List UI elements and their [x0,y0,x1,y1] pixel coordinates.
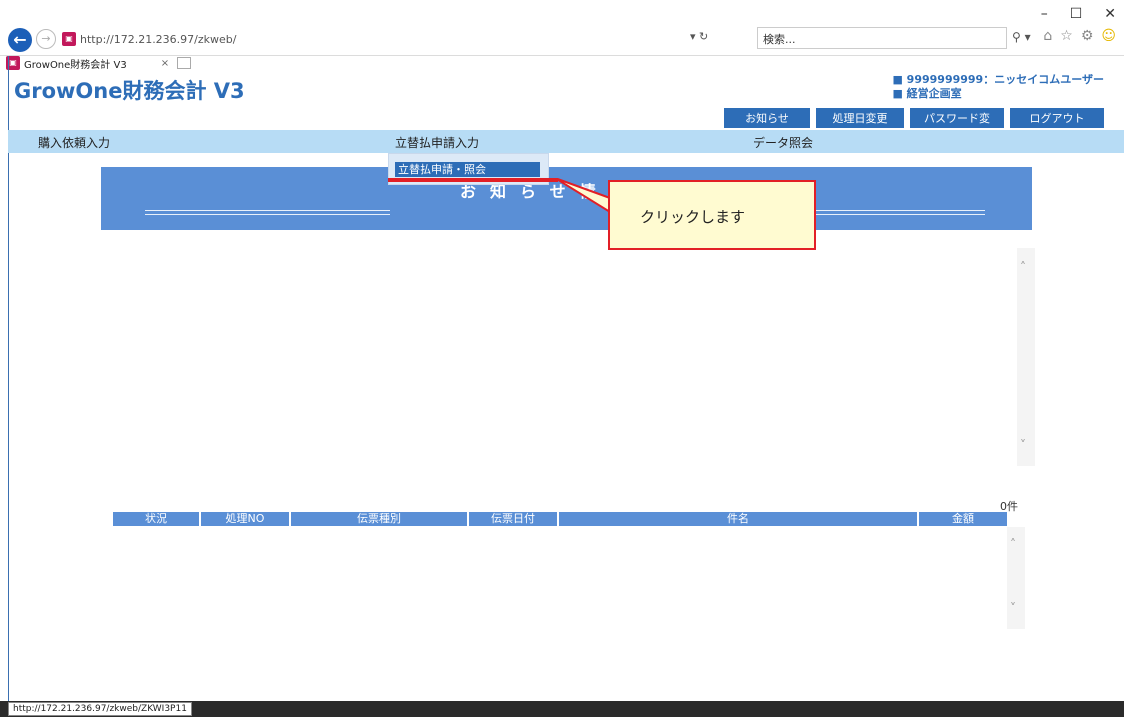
column-status: 状況 [113,512,201,526]
feedback-smiley-icon[interactable]: ☺ [1101,28,1116,44]
column-amount: 金額 [952,512,974,525]
notice-divider-left [145,210,390,215]
scroll-up-icon[interactable]: ˄ [1020,260,1026,274]
nav-item-purchase[interactable]: 購入依頼入力 [38,134,110,151]
search-icon[interactable]: ⚲ ▾ [1012,30,1031,44]
tab-close-icon[interactable]: × [161,58,169,69]
column-slip-type: 伝票種別 [291,512,469,526]
header-buttons: お知らせ 処理日変更 パスワード変更 ログアウト [724,108,1104,141]
table-scroll-down-icon[interactable]: ˅ [1010,601,1016,615]
column-process-no: 処理NO [201,512,291,526]
main-nav: 購入依頼入力 立替払申請入力 データ照会 [8,130,1124,153]
site-favicon-icon: ▣ [62,32,76,46]
nav-item-data-query[interactable]: データ照会 [753,134,813,151]
address-bar[interactable]: ▣ http://172.21.236.97/zkweb/ [62,30,752,48]
app-title: GrowOne財務会計 V3 [14,79,245,103]
settings-gear-icon[interactable]: ⚙ [1081,28,1094,44]
highlight-bar [388,178,558,182]
instruction-callout: クリックします [608,180,816,250]
minimize-icon[interactable]: – [1041,6,1048,22]
window-controls: – ☐ ✕ [1041,6,1116,22]
notice-divider-right [812,210,985,215]
nav-item-advance-payment[interactable]: 立替払申請入力 [395,134,479,151]
close-icon[interactable]: ✕ [1104,6,1116,22]
user-name: ■ 9999999999：ニッセイコムユーザー [892,73,1104,86]
user-info: ■ 9999999999：ニッセイコムユーザー ■ 経営企画室 [892,73,1104,101]
browser-toolbar-icons: ⌂ ☆ ⚙ ☺ [1043,28,1116,44]
notice-button[interactable]: お知らせ [724,108,810,128]
tab-title: GrowOne財務会計 V3 [24,59,127,71]
column-slip-date: 伝票日付 [469,512,559,526]
scroll-down-icon[interactable]: ˅ [1020,438,1026,452]
date-change-button[interactable]: 処理日変更 [816,108,904,128]
arrow-right-icon: → [41,32,51,45]
table-header: 状況 処理NO 伝票種別 伝票日付 件名 金額 [113,512,1007,526]
back-button[interactable]: ← [8,28,32,52]
new-tab-icon[interactable] [177,57,192,69]
password-change-button[interactable]: パスワード変更 [910,108,1004,141]
browser-tab[interactable]: ▣ GrowOne財務会計 V3 × [6,55,192,71]
column-subject: 件名 [559,512,919,526]
callout-pointer [555,178,611,214]
logout-button[interactable]: ログアウト [1010,108,1104,128]
forward-button[interactable]: → [36,29,56,49]
status-url: http://172.21.236.97/zkweb/ZKWI3P11 [8,702,192,716]
table-scroll-up-icon[interactable]: ˄ [1010,537,1016,551]
dropdown-item-advance-request[interactable]: 立替払申請・照会 [395,162,540,177]
notice-scrollbar[interactable]: ˄ ˅ [1017,248,1035,466]
search-input[interactable]: 検索... [757,27,1007,49]
address-url[interactable]: http://172.21.236.97/zkweb/ [80,33,236,46]
favorites-icon[interactable]: ☆ [1060,28,1073,44]
arrow-left-icon: ← [13,30,27,49]
browser-titlebar: – ☐ ✕ ← → ▣ http://172.21.236.97/zkweb/ … [0,0,1124,56]
maximize-icon[interactable]: ☐ [1070,6,1083,22]
home-icon[interactable]: ⌂ [1043,28,1052,44]
table-scrollbar[interactable]: ˄ ˅ [1007,527,1025,629]
user-department: ■ 経営企画室 [892,87,962,100]
refresh-icon[interactable]: ▾ ↻ [690,30,708,43]
